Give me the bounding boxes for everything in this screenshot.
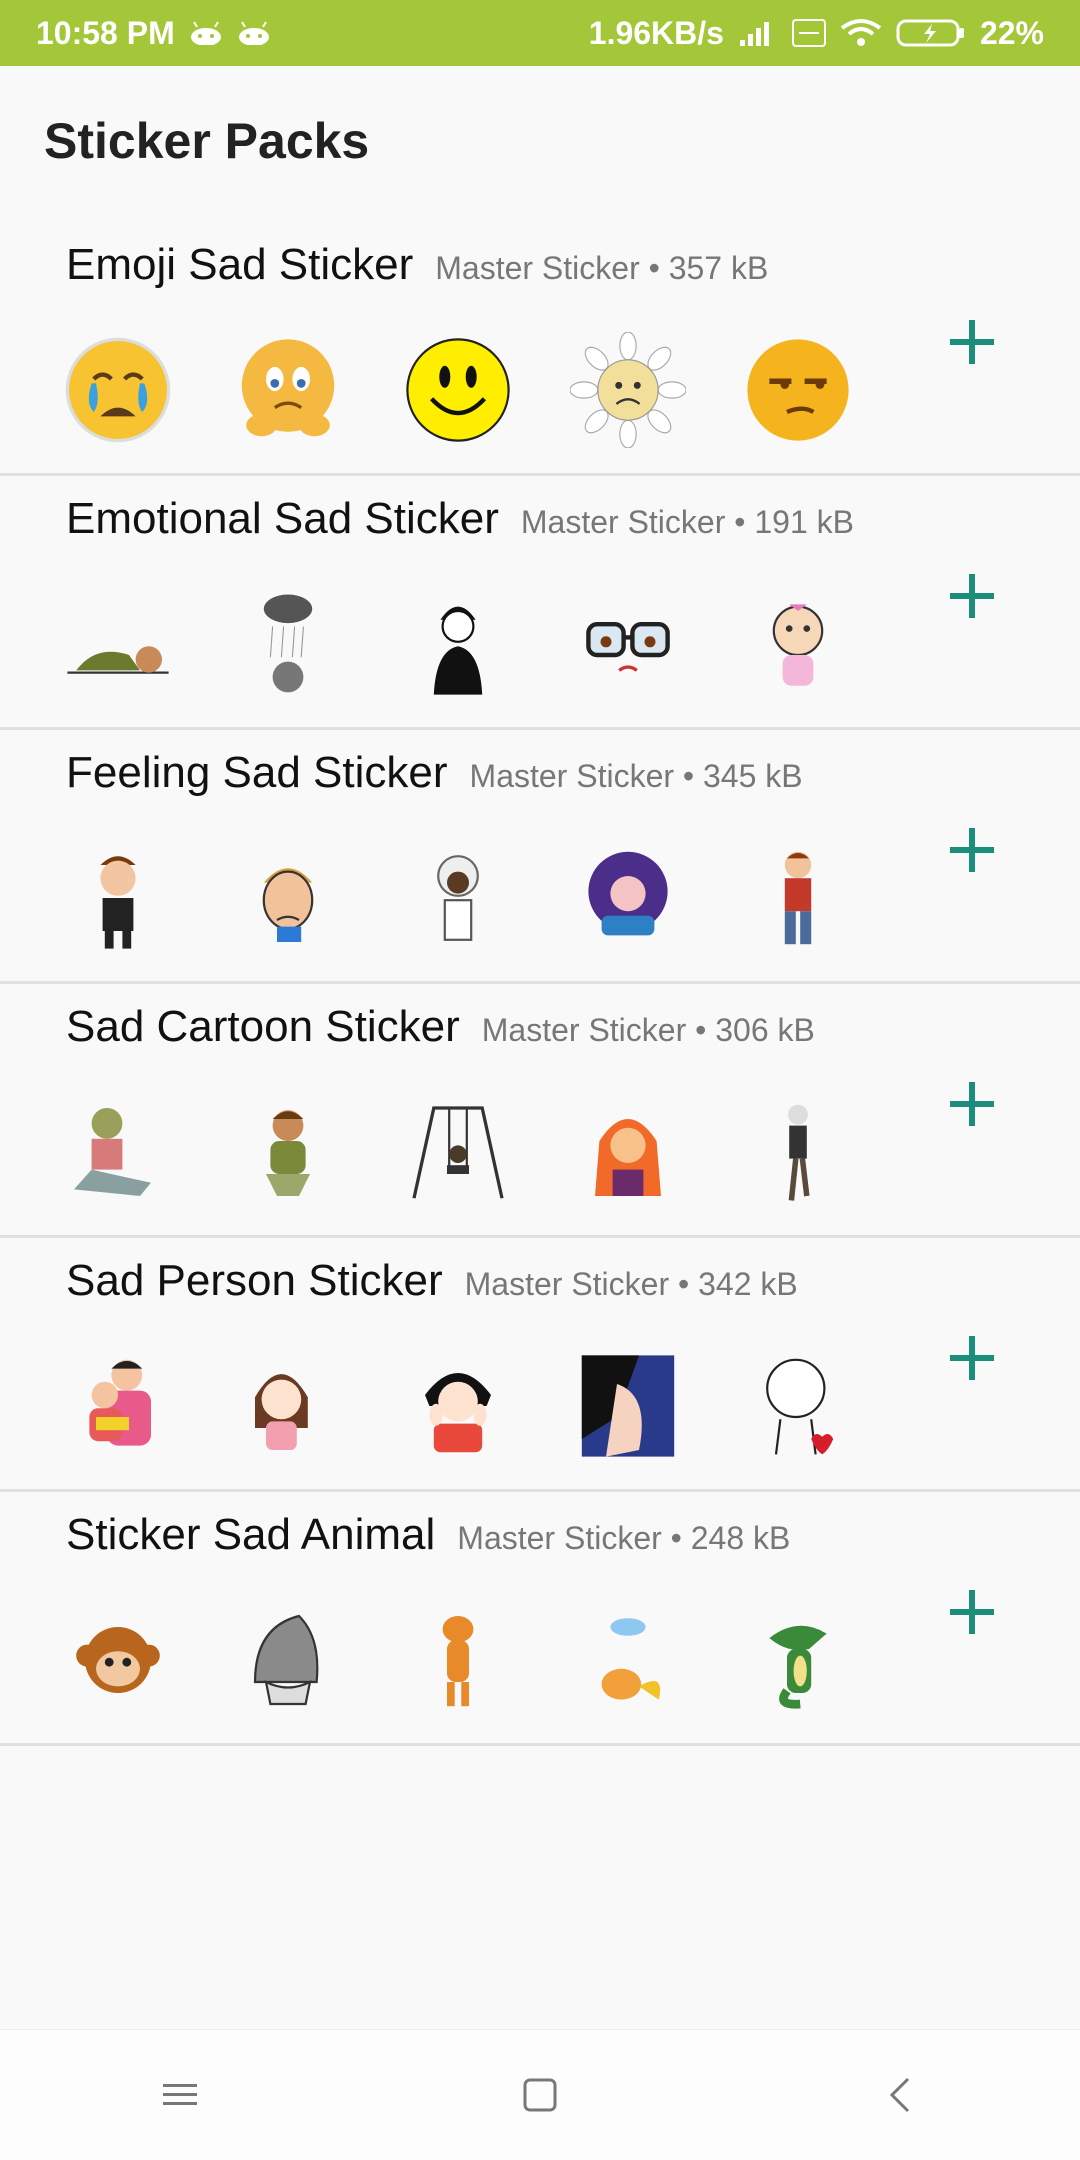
broken-heart-stickman-sticker (740, 1348, 856, 1464)
sticker-pack-row[interactable]: Sticker Sad Animal Master Sticker • 248 … (0, 1492, 1080, 1746)
zombie-sitting-sticker (60, 1094, 176, 1210)
battery-icon (896, 18, 966, 48)
plus-icon (950, 1590, 994, 1634)
volte-icon (791, 18, 826, 48)
hugging-couple-sticker (60, 1348, 176, 1464)
sad-man-sticker (230, 840, 346, 956)
pack-meta: Master Sticker • 306 kB (481, 1012, 815, 1048)
sad-boy-sticker (400, 586, 516, 702)
plus-icon (950, 320, 994, 364)
purple-lady-sticker (570, 840, 686, 956)
pack-name: Feeling Sad Sticker (66, 748, 448, 797)
sticker-pack-row[interactable]: Emotional Sad Sticker Master Sticker • 1… (0, 476, 1080, 730)
sad-crocodile-sticker (740, 1602, 856, 1718)
pack-name: Sticker Sad Animal (66, 1510, 436, 1559)
page-title: Sticker Packs (44, 113, 370, 169)
pack-name: Sad Person Sticker (66, 1256, 443, 1305)
unamused-emoji-sticker (740, 332, 856, 448)
plus-icon (950, 1082, 994, 1126)
swing-kid-sticker (400, 1094, 516, 1210)
crying-baby-sticker (740, 586, 856, 702)
sad-girl-sticker (570, 1094, 686, 1210)
sticker-pack-row[interactable]: Sad Cartoon Sticker Master Sticker • 306… (0, 984, 1080, 1238)
android-icon (189, 21, 223, 45)
white-hair-person-sticker (400, 840, 516, 956)
system-nav-bar (0, 2029, 1080, 2160)
person-climbing-sticker (740, 1094, 856, 1210)
worried-girl-sticker (400, 1348, 516, 1464)
add-pack-button[interactable] (944, 1076, 1000, 1132)
add-pack-button[interactable] (944, 1330, 1000, 1386)
wifi-icon (840, 18, 882, 48)
signal-icon (738, 18, 778, 48)
worried-emoji-sticker (230, 332, 346, 448)
pack-name: Emotional Sad Sticker (66, 494, 499, 543)
pack-meta: Master Sticker • 248 kB (457, 1520, 791, 1556)
lying-man-sticker (60, 586, 176, 702)
square-icon (523, 2078, 557, 2112)
pack-name: Sad Cartoon Sticker (66, 1002, 460, 1051)
android-icon (237, 21, 271, 45)
pack-meta: Master Sticker • 342 kB (464, 1266, 798, 1302)
sad-fox-sticker (570, 1602, 686, 1718)
boy-standing-sticker (740, 840, 856, 956)
crying-emoji-sticker (60, 332, 176, 448)
sad-dog-sticker (400, 1602, 516, 1718)
pack-meta: Master Sticker • 345 kB (469, 758, 803, 794)
crying-woman-sticker (570, 1348, 686, 1464)
menu-icon (163, 2084, 197, 2105)
home-button[interactable] (480, 2055, 600, 2135)
sticker-pack-row[interactable]: Sad Person Sticker Master Sticker • 342 … (0, 1238, 1080, 1492)
add-pack-button[interactable] (944, 568, 1000, 624)
smiley-face-sticker (400, 332, 516, 448)
sad-flower-sticker (570, 332, 686, 448)
glasses-face-sticker (570, 586, 686, 702)
add-pack-button[interactable] (944, 822, 1000, 878)
sticker-pack-row[interactable]: Feeling Sad Sticker Master Sticker • 345… (0, 730, 1080, 984)
sticker-pack-list: Emoji Sad Sticker Master Sticker • 357 k… (0, 222, 1080, 1746)
sticker-pack-row[interactable]: Emoji Sad Sticker Master Sticker • 357 k… (0, 222, 1080, 476)
rain-cloud-sticker (230, 586, 346, 702)
add-pack-button[interactable] (944, 1584, 1000, 1640)
sorry-girl-sticker (230, 1348, 346, 1464)
plus-icon (950, 1336, 994, 1380)
plus-icon (950, 574, 994, 618)
net-speed: 1.96KB/s (588, 14, 724, 51)
add-pack-button[interactable] (944, 314, 1000, 370)
pack-meta: Master Sticker • 357 kB (435, 250, 769, 286)
status-bar: 10:58 PM 1.96KB/s 22% (0, 0, 1080, 66)
crying-boy-sticker (60, 840, 176, 956)
plus-icon (950, 828, 994, 872)
pack-name: Emoji Sad Sticker (66, 240, 414, 289)
back-button[interactable] (840, 2055, 960, 2135)
battery-level: 22% (979, 14, 1044, 51)
status-time: 10:58 PM (36, 14, 175, 51)
recents-button[interactable] (120, 2055, 240, 2135)
sad-shark-sticker (230, 1602, 346, 1718)
pack-meta: Master Sticker • 191 kB (520, 504, 854, 540)
boy-sitting-sticker (230, 1094, 346, 1210)
sad-monkey-sticker (60, 1602, 176, 1718)
back-arrow-icon (889, 2077, 910, 2113)
